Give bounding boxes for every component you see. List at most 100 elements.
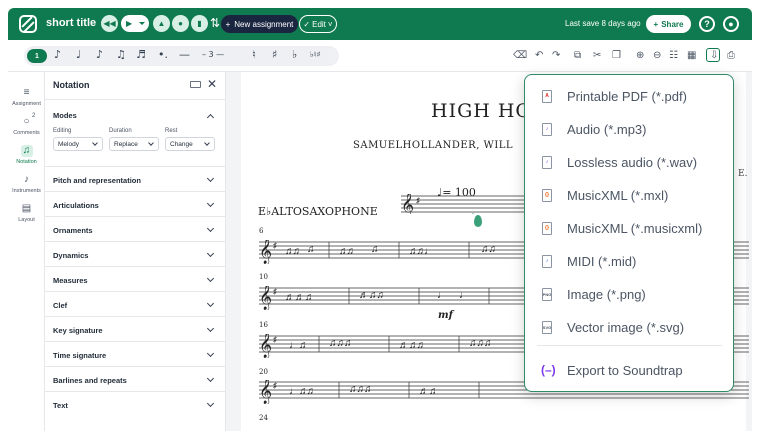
- natural-icon[interactable]: ♮: [252, 48, 256, 61]
- section-title: Pitch and representation: [53, 176, 141, 185]
- export-wav-item[interactable]: ♪ Lossless audio (*.wav): [525, 149, 732, 175]
- export-midi-item[interactable]: ♪ MIDI (*.mid): [525, 248, 732, 274]
- sharp-icon[interactable]: ♯: [272, 48, 277, 61]
- dynamic-marking[interactable]: mf: [438, 310, 453, 321]
- keyboard-icon[interactable]: ☷: [669, 50, 678, 61]
- share-button[interactable]: + Share: [646, 15, 691, 33]
- microphone-icon[interactable]: ▮: [191, 15, 208, 32]
- rewind-icon[interactable]: ◀◀: [101, 15, 118, 32]
- edit-label: Edit: [312, 19, 326, 29]
- edit-button[interactable]: ✓ Edit ˅: [299, 15, 337, 33]
- chevron-up-icon[interactable]: [206, 113, 215, 122]
- export-soundtrap-item[interactable]: (–) Export to Soundtrap: [525, 357, 732, 383]
- edge-mark: E.: [738, 169, 748, 179]
- redo-icon[interactable]: ↷: [552, 50, 560, 61]
- export-mp3-item[interactable]: ♪ Audio (*.mp3): [525, 116, 732, 142]
- transpose-icon[interactable]: ⇅: [210, 16, 220, 30]
- chevron-down-icon: [206, 174, 215, 183]
- last-save-status: Last save 8 days ago: [565, 19, 641, 28]
- soundtrap-icon: (–): [541, 363, 556, 377]
- rest-select[interactable]: Change: [165, 137, 215, 151]
- section-clef[interactable]: Clef: [45, 291, 226, 316]
- section-title: Ornaments: [53, 226, 93, 235]
- new-assignment-button[interactable]: + New assignment: [221, 15, 298, 33]
- chevron-down-icon: [206, 324, 215, 333]
- musicxml-icon: {}: [542, 188, 552, 202]
- cut-icon[interactable]: ✂: [593, 50, 601, 61]
- rail-item-assignment[interactable]: ≡ Assignment: [8, 87, 45, 107]
- export-button-active[interactable]: [706, 48, 720, 62]
- zoom-in-icon[interactable]: ⊕: [636, 50, 644, 61]
- editing-select[interactable]: Melody: [53, 137, 103, 151]
- tie-icon[interactable]: —: [179, 48, 190, 61]
- menu-item-label: MusicXML (*.musicxml): [567, 220, 703, 236]
- section-pitch[interactable]: Pitch and representation: [45, 166, 226, 191]
- sixteenth-note-icon[interactable]: ♬: [136, 48, 146, 61]
- section-title: Dynamics: [53, 251, 89, 260]
- export-svg-item[interactable]: SVG Vector image (*.svg): [525, 314, 732, 340]
- rail-item-notation[interactable]: ♫ Notation: [8, 145, 45, 165]
- measure-number: 6: [259, 227, 264, 235]
- menu-item-label: MIDI (*.mid): [567, 253, 637, 269]
- copy-icon[interactable]: ⧉: [574, 50, 581, 61]
- notation-icon: ♫: [20, 145, 33, 157]
- rail-item-instruments[interactable]: ♪ Instruments: [8, 174, 45, 194]
- instrument-name[interactable]: E♭ALTOSAXOPHONE: [258, 205, 378, 218]
- menu-item-label: Lossless audio (*.wav): [567, 154, 698, 170]
- svg-text:♯: ♯: [273, 241, 277, 250]
- tuplet-icon[interactable]: – 3 —: [202, 50, 224, 59]
- section-title: Key signature: [53, 326, 103, 335]
- dot-icon[interactable]: •.: [158, 48, 168, 61]
- menu-divider: [537, 345, 722, 346]
- section-title: Time signature: [53, 351, 107, 360]
- score-title-label[interactable]: short title: [46, 17, 96, 29]
- help-icon[interactable]: ?: [699, 16, 715, 32]
- section-key-signature[interactable]: Key signature: [45, 316, 226, 341]
- menu-item-label: Export to Soundtrap: [567, 362, 683, 378]
- keyboard-shortcuts-icon[interactable]: [190, 81, 201, 88]
- section-measures[interactable]: Measures: [45, 266, 226, 291]
- play-button[interactable]: ▶: [121, 15, 149, 32]
- menu-item-label: Image (*.png): [567, 286, 646, 302]
- section-text[interactable]: Text: [45, 391, 226, 431]
- export-pdf-item[interactable]: A Printable PDF (*.pdf): [525, 83, 732, 109]
- section-articulations[interactable]: Articulations: [45, 191, 226, 216]
- section-time-signature[interactable]: Time signature: [45, 341, 226, 366]
- check-icon: ✓: [303, 19, 311, 29]
- quarter-note-icon[interactable]: ♪: [96, 48, 103, 61]
- close-icon[interactable]: ✕: [207, 77, 217, 91]
- recording-icon[interactable]: ●: [172, 15, 189, 32]
- whole-note-icon[interactable]: ♪: [54, 48, 61, 61]
- modes-title[interactable]: Modes: [53, 111, 77, 120]
- export-mxl-item[interactable]: {} MusicXML (*.mxl): [525, 182, 732, 208]
- piece-title[interactable]: HIGH HO: [431, 100, 532, 122]
- section-barlines[interactable]: Barlines and repeats: [45, 366, 226, 391]
- eighth-note-icon[interactable]: ♫: [116, 48, 126, 61]
- delete-icon[interactable]: ⌫: [513, 50, 527, 61]
- chevron-down-icon: [206, 374, 215, 383]
- export-png-item[interactable]: PNG Image (*.png): [525, 281, 732, 307]
- mixer-icon[interactable]: ▦: [687, 50, 696, 61]
- section-ornaments[interactable]: Ornaments: [45, 216, 226, 241]
- half-note-icon[interactable]: ♩: [76, 48, 81, 61]
- undo-icon[interactable]: ↶: [535, 50, 543, 61]
- section-dynamics[interactable]: Dynamics: [45, 241, 226, 266]
- svg-text:𝄞: 𝄞: [259, 286, 272, 310]
- comment-count-badge: 2: [32, 113, 36, 119]
- flat-icon[interactable]: ♭: [292, 48, 297, 61]
- piece-composer[interactable]: SAMUELHOLLANDER, WILL: [353, 140, 513, 151]
- zoom-out-icon[interactable]: ⊖: [653, 50, 661, 61]
- accidentals-more-icon[interactable]: ♭♮♯: [310, 50, 321, 59]
- voice-selector[interactable]: 1: [27, 49, 47, 63]
- export-musicxml-item[interactable]: {} MusicXML (*.musicxml): [525, 215, 732, 241]
- rail-item-comments[interactable]: ○ 2 Comments: [8, 113, 45, 136]
- duration-select[interactable]: Replace: [109, 137, 159, 151]
- metronome-icon[interactable]: ▲: [153, 15, 170, 32]
- chevron-down-icon: [206, 274, 215, 283]
- svg-text:♩: ♩: [459, 290, 469, 301]
- account-icon[interactable]: ●: [723, 16, 739, 32]
- app-logo-icon[interactable]: [19, 15, 37, 33]
- paste-icon[interactable]: ❐: [612, 50, 621, 61]
- rail-item-layout[interactable]: ▤ Layout: [8, 203, 45, 223]
- print-icon[interactable]: ⎙: [727, 50, 735, 61]
